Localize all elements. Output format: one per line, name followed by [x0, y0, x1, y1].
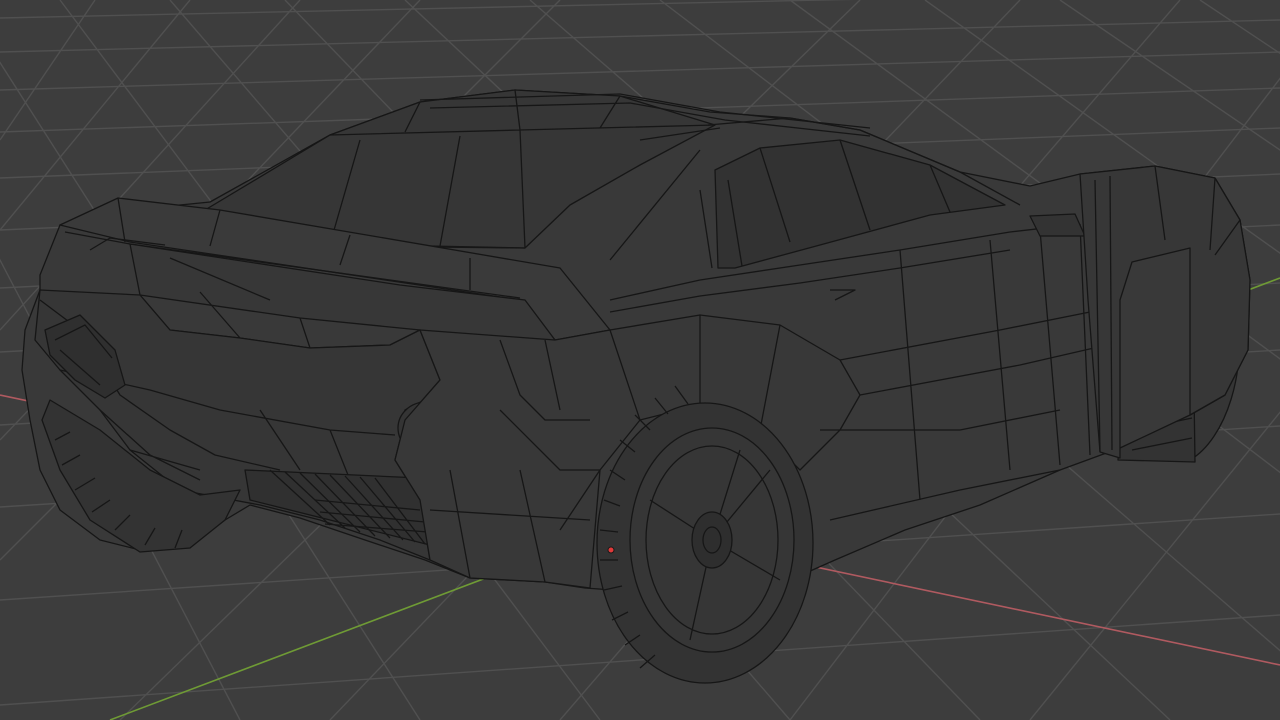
- side-mirror: [1029, 213, 1086, 237]
- 3d-viewport[interactable]: [0, 0, 1280, 720]
- viewport-canvas[interactable]: [0, 0, 1280, 720]
- object-origin[interactable]: [607, 546, 615, 554]
- car-mesh[interactable]: [21, 89, 1251, 684]
